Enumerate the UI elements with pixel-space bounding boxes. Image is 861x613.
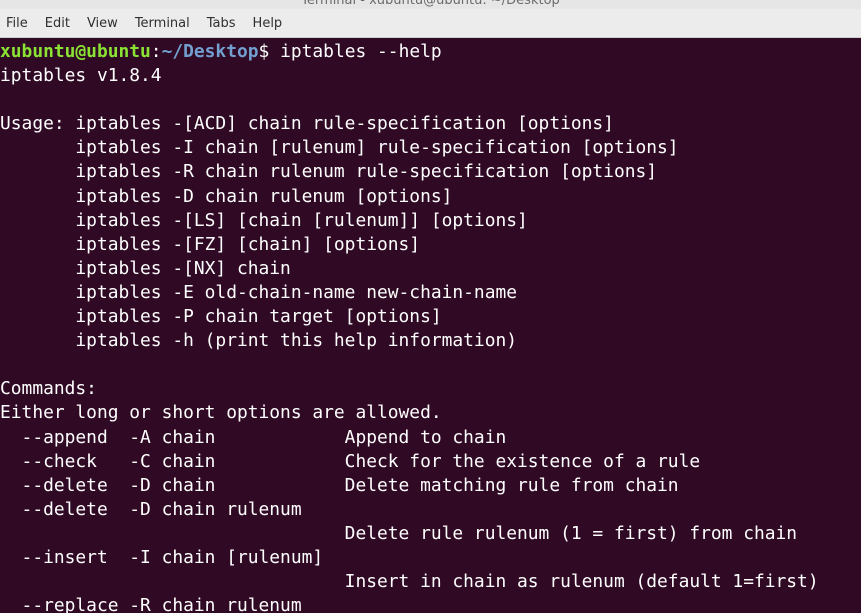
output-line: Insert in chain as rulenum (default 1=fi… [0, 571, 819, 593]
output-line: iptables -P chain target [options] [0, 306, 442, 328]
menu-edit[interactable]: Edit [45, 16, 70, 31]
menu-terminal[interactable]: Terminal [135, 16, 190, 31]
prompt-colon: : [150, 41, 162, 62]
prompt-command: iptables --help [269, 41, 442, 62]
terminal-output: xubuntu@ubuntu:~/Desktop$ iptables --hel… [0, 40, 819, 613]
output-line: --check -C chain Check for the existence… [0, 450, 701, 472]
prompt-dollar: $ [258, 41, 270, 62]
terminal-view[interactable]: xubuntu@ubuntu:~/Desktop$ iptables --hel… [0, 38, 861, 613]
output-line: Usage: iptables -[ACD] chain rule-specif… [0, 113, 614, 135]
output-line: --delete -D chain rulenum [0, 498, 302, 520]
output-line: iptables -h (print this help information… [0, 330, 518, 352]
output-line: iptables -[FZ] [chain] [options] [0, 233, 421, 255]
output-line: --insert -I chain [rulenum] [0, 546, 324, 568]
window-title: Terminal - xubuntu@ubuntu: ~/Desktop [301, 0, 560, 8]
output-line: --replace -R chain rulenum [0, 595, 302, 613]
window-titlebar[interactable]: Terminal - xubuntu@ubuntu: ~/Desktop – [0, 0, 861, 9]
output-line: --append -A chain Append to chain [0, 426, 507, 448]
output-line: iptables -E old-chain-name new-chain-nam… [0, 281, 518, 303]
output-line: iptables -[NX] chain [0, 257, 291, 279]
output-line: Commands: [0, 378, 97, 400]
menu-help[interactable]: Help [253, 16, 283, 31]
output-line: Either long or short options are allowed… [0, 402, 442, 424]
prompt-user-host: xubuntu@ubuntu [0, 41, 151, 62]
menu-tabs[interactable]: Tabs [207, 16, 236, 31]
output-line: iptables -R chain rulenum rule-specifica… [0, 161, 658, 183]
menu-file[interactable]: File [6, 16, 28, 31]
prompt-line: xubuntu@ubuntu:~/Desktop$ iptables --hel… [0, 40, 819, 64]
menu-bar: File Edit View Terminal Tabs Help [0, 9, 861, 38]
menu-view[interactable]: View [87, 16, 118, 31]
output-line: iptables -[LS] [chain [rulenum]] [option… [0, 209, 528, 231]
output-line: iptables v1.8.4 [0, 65, 162, 87]
minimize-icon[interactable]: – [843, 0, 850, 7]
prompt-path: ~/Desktop [161, 41, 259, 62]
output-line: Delete rule rulenum (1 = first) from cha… [0, 522, 798, 544]
output-line: --delete -D chain Delete matching rule f… [0, 474, 679, 496]
output-line: iptables -I chain [rulenum] rule-specifi… [0, 137, 679, 159]
output-line: iptables -D chain rulenum [options] [0, 185, 453, 207]
